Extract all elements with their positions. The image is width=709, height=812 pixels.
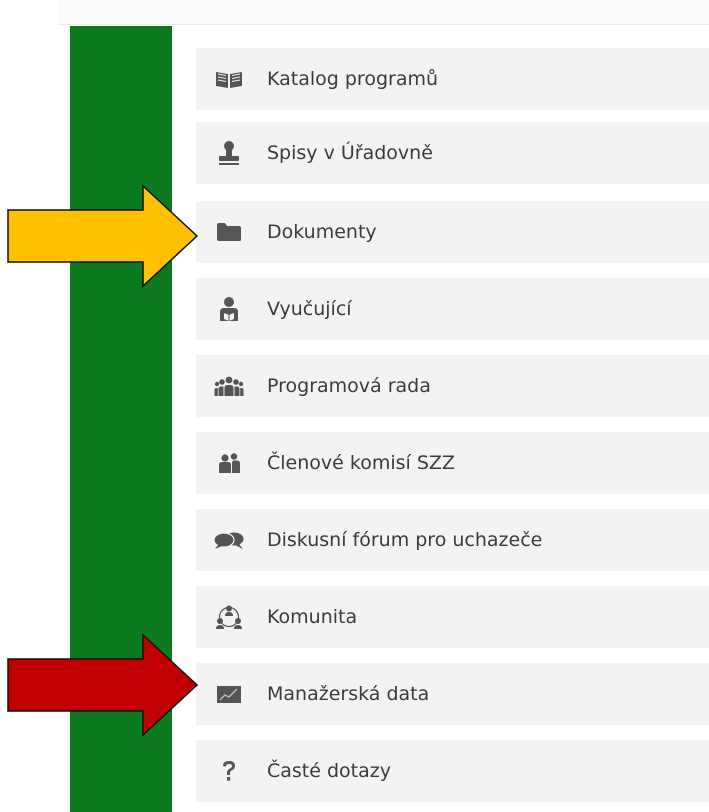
chart-icon [213,678,245,710]
menu-item-label: Spisy v Úřadovně [267,142,433,164]
yellow-arrow [7,184,199,288]
users-icon [213,447,245,479]
menu-item-katalog-programu[interactable]: Katalog programů [196,48,709,110]
menu-item-label: Diskusní fórum pro uchazeče [267,529,543,551]
menu-item-dokumenty[interactable]: Dokumenty [196,201,709,263]
book-icon [213,63,245,95]
menu-item-diskusni-forum[interactable]: Diskusní fórum pro uchazeče [196,509,709,571]
top-header-strip [58,0,709,25]
menu-item-komunita[interactable]: Komunita [196,586,709,648]
menu-item-label: Katalog programů [267,68,439,90]
chat-icon [213,524,245,556]
menu-item-programova-rada[interactable]: Programová rada [196,355,709,417]
menu-item-label: Komunita [267,606,358,628]
menu-item-vyucujici[interactable]: Vyučující [196,278,709,340]
menu-item-label: Časté dotazy [267,760,391,782]
red-arrow [7,633,199,737]
menu-item-clenove-komisi-szz[interactable]: Členové komisí SZZ [196,432,709,494]
menu-item-label: Vyučující [267,298,352,320]
stamp-icon [213,137,245,169]
teacher-icon [213,293,245,325]
group-icon [213,370,245,402]
menu-item-manazerska-data[interactable]: Manažerská data [196,663,709,725]
menu-item-caste-dotazy[interactable]: Časté dotazy [196,740,709,802]
menu-item-label: Členové komisí SZZ [267,452,455,474]
folder-icon [213,216,245,248]
menu-item-label: Programová rada [267,375,431,397]
question-icon [213,755,245,787]
menu-item-label: Dokumenty [267,221,377,243]
menu-item-spisy-v-uradovne[interactable]: Spisy v Úřadovně [196,122,709,184]
menu-item-label: Manažerská data [267,683,430,705]
community-icon [213,601,245,633]
